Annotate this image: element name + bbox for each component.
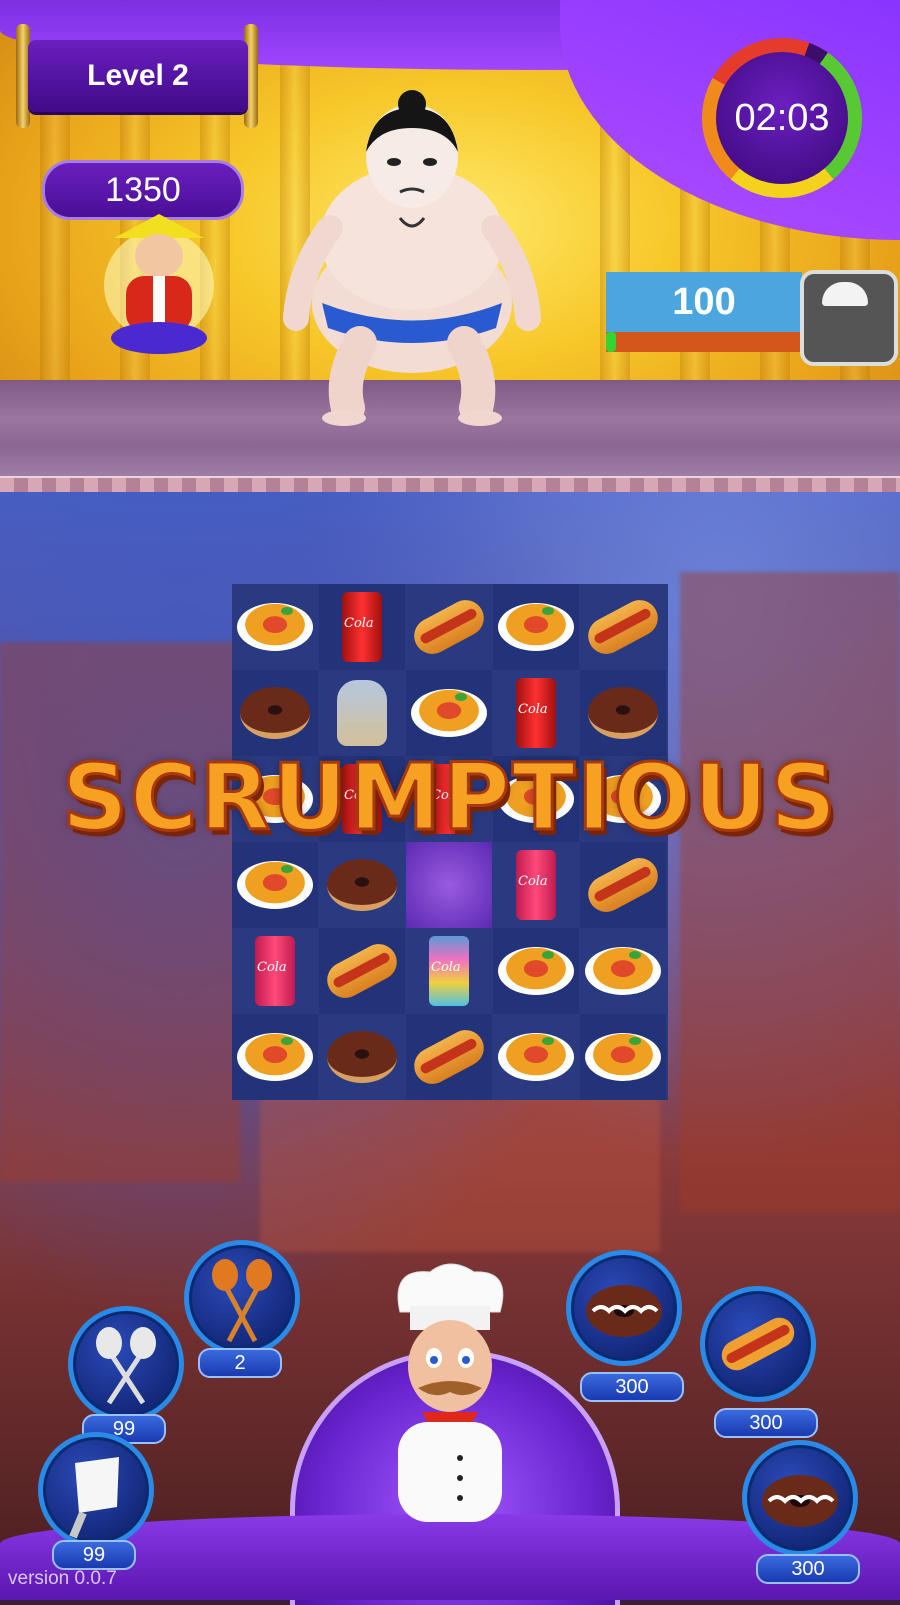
cleaver-icon	[69, 1457, 119, 1539]
order-donut-2	[742, 1440, 858, 1556]
silver-spoons-booster[interactable]	[68, 1306, 184, 1422]
hotdog-icon	[581, 851, 665, 919]
order-donut-1-count: 300	[580, 1372, 684, 1402]
cola-can-icon	[342, 592, 382, 662]
board-cell[interactable]	[319, 928, 405, 1014]
board-cell[interactable]	[406, 1014, 492, 1100]
board-cell[interactable]	[493, 928, 579, 1014]
board-cell[interactable]	[580, 842, 666, 928]
donut-icon	[240, 687, 310, 739]
spaghetti-icon	[585, 947, 661, 995]
donut-icon	[327, 859, 397, 911]
version-label: version 0.0.7	[8, 1568, 117, 1589]
hotdog-icon	[407, 593, 491, 661]
weight-value: 100	[606, 272, 802, 332]
chef-character	[397, 1263, 504, 1522]
spaghetti-icon	[498, 603, 574, 651]
donut-icon	[327, 1031, 397, 1083]
board-cell[interactable]	[493, 842, 579, 928]
board-cell[interactable]	[580, 1014, 666, 1100]
donut-icon	[586, 1285, 662, 1337]
wooden-spoons-icon	[212, 1259, 272, 1343]
spaghetti-icon	[237, 861, 313, 909]
board-cell[interactable]	[232, 842, 318, 928]
timer-display: 02:03	[716, 52, 848, 184]
spaghetti-icon	[498, 1033, 574, 1081]
combo-text: SCRUMPTIOUS	[60, 743, 839, 853]
board-cell[interactable]	[406, 928, 492, 1014]
board-cell[interactable]	[406, 584, 492, 670]
board-cell[interactable]	[580, 584, 666, 670]
board-cell[interactable]	[232, 1014, 318, 1100]
donut-icon	[762, 1475, 838, 1527]
sumo-character	[283, 90, 541, 426]
board-cell[interactable]	[319, 584, 405, 670]
spaghetti-icon	[237, 603, 313, 651]
hotdog-icon	[320, 937, 404, 1005]
order-hotdog-count: 300	[714, 1408, 818, 1438]
order-donut-2-count: 300	[756, 1554, 860, 1584]
silver-spoons-icon	[96, 1327, 156, 1405]
weight-bar-fill	[606, 332, 616, 352]
board-cell[interactable]	[319, 842, 405, 928]
hotdog-icon	[721, 1317, 795, 1371]
rainbow-can-icon	[429, 936, 469, 1006]
pink-cola-can-icon	[516, 850, 556, 920]
spaghetti-icon	[411, 689, 487, 737]
level-label: Level 2	[28, 40, 248, 112]
spaghetti-icon	[498, 947, 574, 995]
weight-bar	[606, 332, 802, 352]
board-cell[interactable]	[232, 928, 318, 1014]
pink-cola-can-icon	[255, 936, 295, 1006]
cleaver-booster[interactable]	[38, 1432, 154, 1548]
board-cell[interactable]	[580, 928, 666, 1014]
spaghetti-icon	[585, 1033, 661, 1081]
cola-can-icon	[516, 678, 556, 748]
board-cell[interactable]	[232, 584, 318, 670]
hotdog-icon	[407, 1023, 491, 1091]
spaghetti-icon	[237, 1033, 313, 1081]
board-cell[interactable]	[493, 584, 579, 670]
wooden-spoons-booster[interactable]	[184, 1240, 300, 1356]
cleaver-count: 99	[52, 1540, 136, 1570]
donut-icon	[588, 687, 658, 739]
board-cell[interactable]	[493, 1014, 579, 1100]
board-cell[interactable]	[319, 1014, 405, 1100]
hotdog-icon	[581, 593, 665, 661]
board-cell[interactable]	[406, 842, 492, 928]
monk-character	[104, 214, 214, 354]
bread-bag-icon	[337, 680, 387, 746]
wooden-spoons-count: 2	[198, 1348, 282, 1378]
order-donut-1	[566, 1250, 682, 1366]
order-hotdog	[700, 1286, 816, 1402]
